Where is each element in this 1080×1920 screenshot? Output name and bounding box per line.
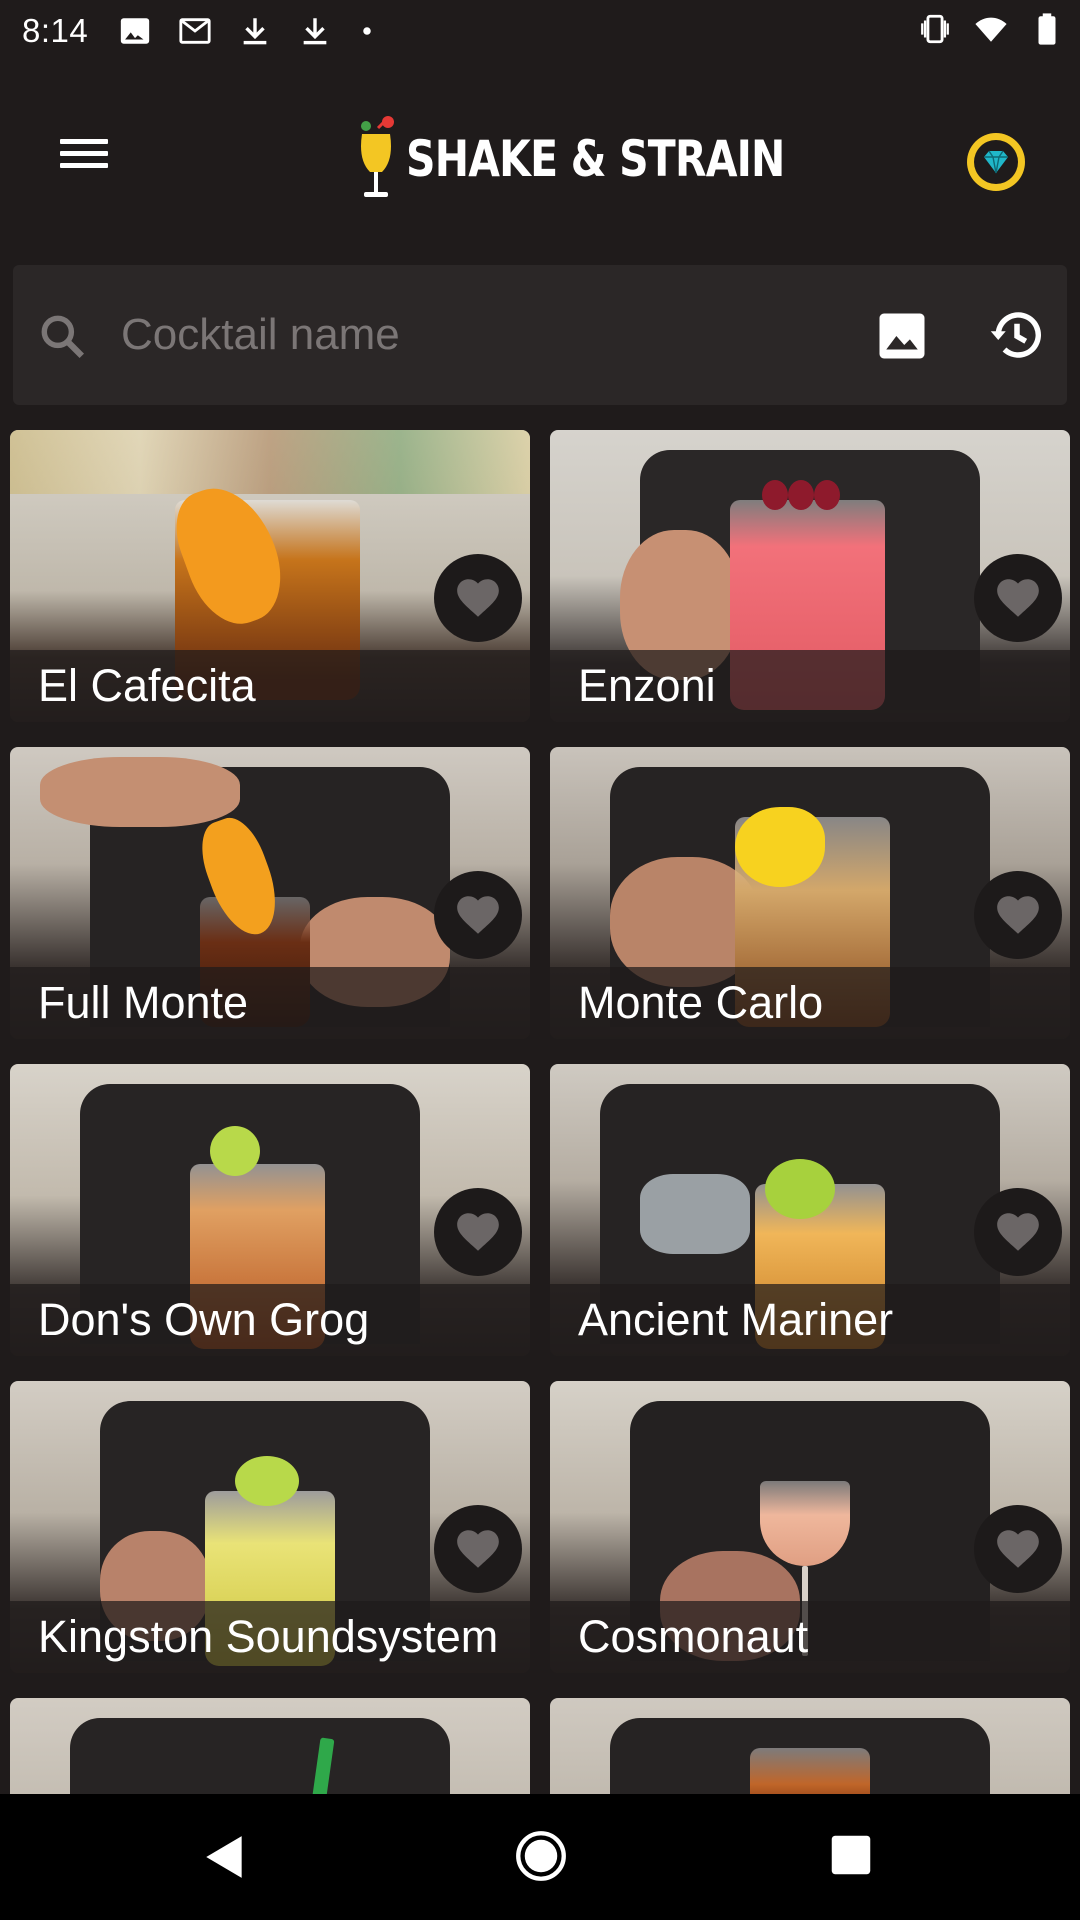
cocktail-glass-logo-icon [361, 116, 394, 197]
favorite-button[interactable] [434, 1188, 522, 1276]
favorite-button[interactable] [434, 1505, 522, 1593]
drink-glass [750, 1748, 870, 1794]
cocktail-name: Cosmonaut [578, 1611, 809, 1662]
gmail-icon [179, 18, 211, 44]
dot-icon [363, 27, 371, 35]
heart-icon [997, 896, 1039, 934]
cocktail-card[interactable]: Kingston Soundsystem [10, 1381, 530, 1673]
search-icon [41, 315, 85, 359]
cocktail-card[interactable] [10, 1698, 530, 1794]
cocktail-card[interactable]: Ancient Mariner [550, 1064, 1070, 1356]
favorite-button[interactable] [434, 554, 522, 642]
cocktail-card[interactable]: Enzoni [550, 430, 1070, 722]
cocktail-name: El Cafecita [38, 660, 256, 711]
cocktail-card[interactable]: El Cafecita [10, 430, 530, 722]
notification-icons [118, 14, 376, 48]
history-icon[interactable] [987, 305, 1047, 365]
back-triangle-icon[interactable] [200, 1832, 250, 1882]
wifi-icon [975, 17, 1007, 42]
favorite-button[interactable] [434, 871, 522, 959]
app-logo: SHAKE & STRAIN [348, 114, 868, 204]
cocktail-card[interactable]: Don's Own Grog [10, 1064, 530, 1356]
vibrate-icon [921, 14, 949, 44]
heart-icon [457, 1213, 499, 1251]
hamburger-menu-icon[interactable] [50, 132, 118, 184]
home-circle-icon[interactable] [515, 1830, 567, 1882]
favorite-button[interactable] [974, 871, 1062, 959]
cocktail-name: Enzoni [578, 660, 716, 711]
cocktail-name: Don's Own Grog [38, 1294, 370, 1345]
heart-icon [457, 1530, 499, 1568]
favorite-button[interactable] [974, 1188, 1062, 1276]
cocktail-grid: El Cafecita Enzoni Full Monte Monte Carl… [0, 430, 1080, 1794]
system-nav-bar [0, 1794, 1080, 1920]
cocktail-name: Kingston Soundsystem [38, 1611, 499, 1662]
favorite-button[interactable] [974, 554, 1062, 642]
heart-icon [997, 1213, 1039, 1251]
cocktail-name: Full Monte [38, 977, 249, 1028]
cocktail-card[interactable]: Monte Carlo [550, 747, 1070, 1039]
battery-icon [1038, 13, 1056, 45]
cocktail-card[interactable] [550, 1698, 1070, 1794]
heart-icon [997, 1530, 1039, 1568]
cocktail-card[interactable]: Cosmonaut [550, 1381, 1070, 1673]
recents-square-icon[interactable] [830, 1834, 872, 1876]
cocktail-card[interactable]: Full Monte [10, 747, 530, 1039]
search-bar [13, 265, 1067, 405]
status-time: 8:14 [22, 12, 89, 49]
download-icon [243, 18, 267, 45]
heart-icon [457, 579, 499, 617]
cocktail-name: Ancient Mariner [578, 1294, 894, 1345]
diamond-badge-icon[interactable] [966, 132, 1026, 192]
download-icon [303, 18, 327, 45]
system-icons [918, 12, 1064, 46]
heart-icon [457, 896, 499, 934]
heart-icon [997, 579, 1039, 617]
image-icon [121, 18, 150, 44]
cocktail-name: Monte Carlo [578, 977, 824, 1028]
app-bar: SHAKE & STRAIN [0, 62, 1080, 254]
search-input[interactable] [109, 295, 853, 375]
favorite-button[interactable] [974, 1505, 1062, 1593]
app-title: SHAKE & STRAIN [406, 130, 785, 188]
image-search-icon[interactable] [875, 309, 929, 363]
status-bar: 8:14 [0, 0, 1080, 62]
